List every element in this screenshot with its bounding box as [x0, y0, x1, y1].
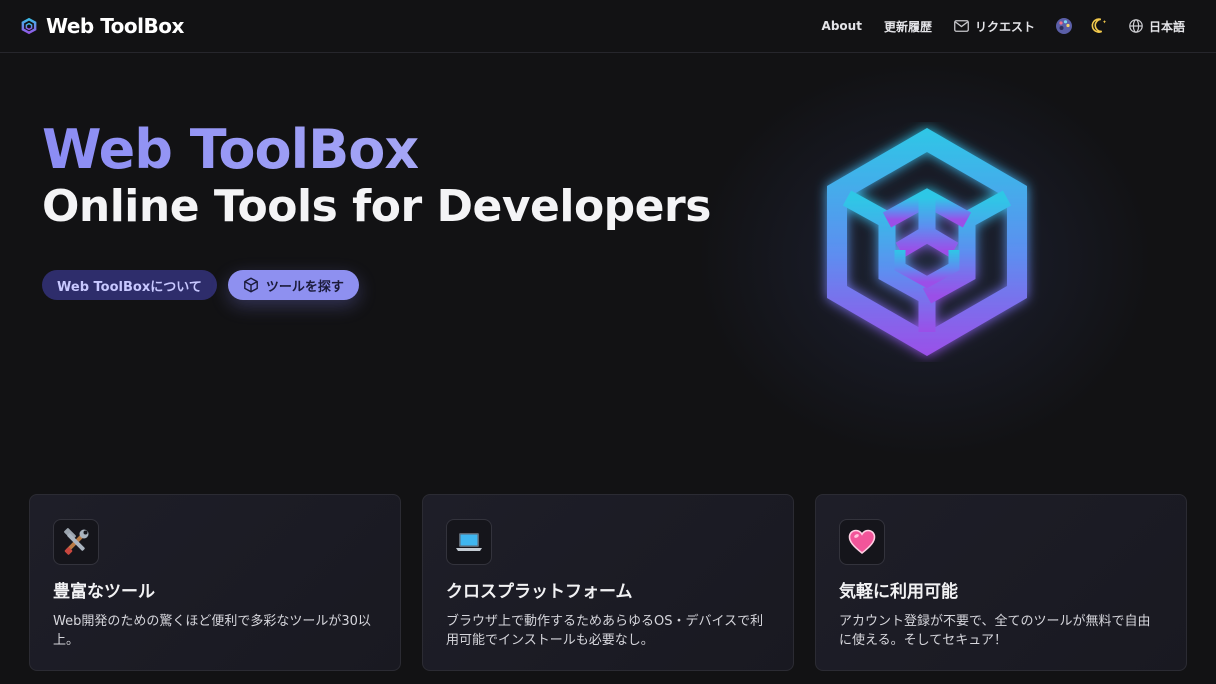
- find-tools-label: ツールを探す: [265, 279, 344, 295]
- nav-request-label: リクエスト: [974, 19, 1035, 34]
- hero-title: Web ToolBox: [42, 118, 419, 181]
- moon-icon: [1091, 18, 1107, 33]
- mail-icon: [954, 20, 969, 32]
- feature-title: 気軽に利用可能: [839, 582, 958, 602]
- heart-emoji-icon: [839, 519, 885, 565]
- top-navbar: Web ToolBox About 更新履歴 リクエスト 日本語: [0, 0, 1216, 53]
- toolbox-logo-icon: [21, 17, 37, 35]
- nav-changelog-link[interactable]: 更新履歴: [873, 18, 943, 35]
- language-switcher[interactable]: 日本語: [1118, 18, 1196, 35]
- nav-about-link[interactable]: About: [811, 19, 873, 33]
- nav-menu: About 更新履歴 リクエスト 日本語: [811, 17, 1196, 35]
- laptop-emoji-icon: [446, 519, 492, 565]
- feature-title: クロスプラットフォーム: [446, 582, 633, 602]
- language-label: 日本語: [1148, 19, 1185, 34]
- brand-name: Web ToolBox: [46, 14, 184, 38]
- hero-subtitle: Online Tools for Developers: [42, 181, 711, 232]
- feature-description: アカウント登録が不要で、全てのツールが無料で自由に使える。そしてセキュア！: [839, 614, 1151, 648]
- cube-icon: [243, 277, 258, 293]
- find-tools-button[interactable]: ツールを探す: [227, 270, 359, 300]
- tools-emoji-icon: [53, 519, 99, 565]
- globe-icon: [1129, 19, 1143, 33]
- nav-request-link[interactable]: リクエスト: [943, 18, 1046, 35]
- about-button[interactable]: Web ToolBoxについて: [42, 270, 217, 300]
- brand-link[interactable]: Web ToolBox: [20, 14, 184, 38]
- feature-card-tools: 豊富なツール Web開発のための驚くほど便利で多彩なツールが30以上。: [29, 494, 401, 671]
- dark-mode-toggle[interactable]: [1082, 17, 1118, 35]
- hero-toolbox-logo-icon: [827, 128, 1027, 356]
- hero-buttons: Web ToolBoxについて ツールを探す: [42, 270, 359, 300]
- feature-card-easy-use: 気軽に利用可能 アカウント登録が不要で、全てのツールが無料で自由に使える。そして…: [815, 494, 1187, 671]
- feature-description: ブラウザ上で動作するためあらゆるOS・デバイスで利用可能でインストールも必要なし…: [446, 614, 764, 648]
- feature-title: 豊富なツール: [53, 582, 155, 602]
- app-root: Web ToolBox About 更新履歴 リクエスト 日本語 Web Too…: [0, 0, 1216, 684]
- feature-card-cross-platform: クロスプラットフォーム ブラウザ上で動作するためあらゆるOS・デバイスで利用可能…: [422, 494, 794, 671]
- feature-description: Web開発のための驚くほど便利で多彩なツールが30以上。: [53, 614, 371, 648]
- palette-icon: [1055, 18, 1072, 34]
- feature-cards: 豊富なツール Web開発のための驚くほど便利で多彩なツールが30以上。 クロスプ…: [29, 494, 1187, 671]
- theme-palette-button[interactable]: [1046, 17, 1082, 35]
